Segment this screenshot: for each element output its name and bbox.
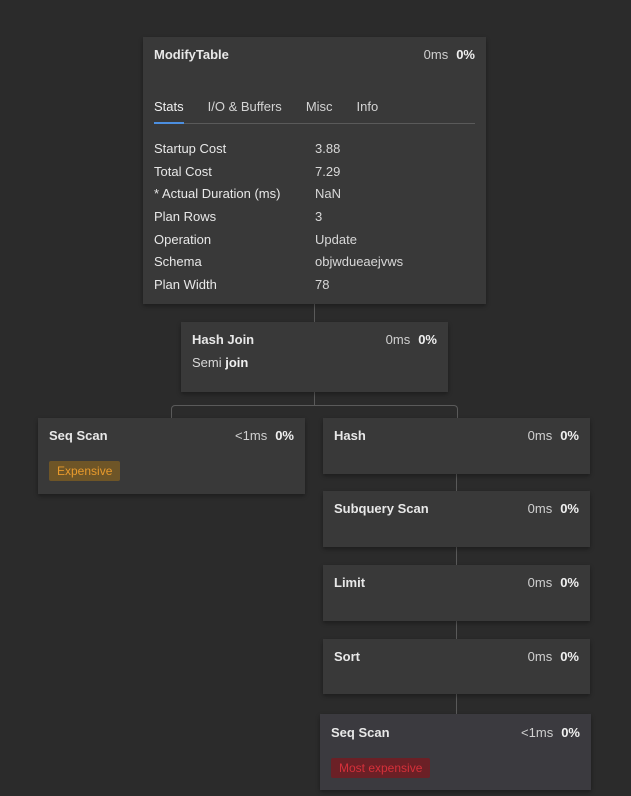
stats-key: Startup Cost bbox=[154, 140, 227, 156]
stats-value: Update bbox=[315, 231, 357, 247]
connector-hashjoin-down bbox=[314, 392, 315, 406]
node-header: Limit 0ms 0% bbox=[334, 575, 579, 591]
node-percent: 0% bbox=[560, 501, 579, 516]
tab-info[interactable]: Info bbox=[357, 97, 379, 123]
node-percent: 0% bbox=[275, 428, 294, 443]
node-title: Hash bbox=[334, 428, 366, 443]
stats-key: Plan Rows bbox=[154, 208, 217, 224]
node-percent: 0% bbox=[560, 428, 579, 443]
stats-row: * Actual Duration (ms) NaN bbox=[154, 182, 475, 205]
connector-hash-subquery bbox=[456, 474, 457, 491]
join-type-prefix: Semi bbox=[192, 355, 222, 370]
node-header: Seq Scan <1ms 0% bbox=[49, 428, 294, 444]
node-percent: 0% bbox=[456, 47, 475, 62]
query-plan-canvas: ModifyTable 0ms 0% Stats I/O & Buffers M… bbox=[0, 0, 631, 796]
node-header: Subquery Scan 0ms 0% bbox=[334, 501, 579, 517]
node-percent: 0% bbox=[560, 575, 579, 590]
stats-value: 78 bbox=[315, 276, 330, 292]
node-percent: 0% bbox=[560, 649, 579, 664]
node-header: ModifyTable 0ms 0% bbox=[154, 47, 475, 63]
join-type: Semi join bbox=[192, 355, 437, 370]
connector-subquery-limit bbox=[456, 547, 457, 565]
node-time: 0ms bbox=[527, 649, 553, 664]
node-title: Seq Scan bbox=[331, 725, 390, 740]
node-time: 0ms bbox=[423, 47, 449, 62]
node-title: Sort bbox=[334, 649, 360, 664]
node-header: Hash 0ms 0% bbox=[334, 428, 579, 444]
stats-row: Operation Update bbox=[154, 228, 475, 251]
node-time: 0ms bbox=[527, 428, 553, 443]
stats-value: objwdueaejvws bbox=[315, 254, 404, 270]
node-time: 0ms bbox=[385, 332, 411, 347]
node-percent: 0% bbox=[418, 332, 437, 347]
connector-bracket bbox=[171, 405, 458, 418]
connector-limit-sort bbox=[456, 621, 457, 639]
stats-value: NaN bbox=[315, 186, 342, 202]
node-hash-join[interactable]: Hash Join 0ms 0% Semi join bbox=[181, 322, 448, 392]
node-header: Seq Scan <1ms 0% bbox=[331, 725, 580, 741]
stats-row: Startup Cost 3.88 bbox=[154, 137, 475, 160]
stats-row: Plan Rows 3 bbox=[154, 205, 475, 228]
tab-io-buffers[interactable]: I/O & Buffers bbox=[208, 97, 282, 123]
node-stats: 0ms 0% bbox=[386, 332, 437, 348]
node-time: 0ms bbox=[527, 575, 553, 590]
node-stats: <1ms 0% bbox=[235, 428, 294, 444]
node-time: <1ms bbox=[521, 725, 554, 740]
node-hash[interactable]: Hash 0ms 0% bbox=[323, 418, 590, 474]
stats-value: 3 bbox=[315, 208, 323, 224]
node-tabs: Stats I/O & Buffers Misc Info bbox=[154, 97, 475, 124]
node-stats: 0ms 0% bbox=[528, 501, 579, 517]
node-limit[interactable]: Limit 0ms 0% bbox=[323, 565, 590, 621]
stats-row: Schema objwdueaejvws bbox=[154, 250, 475, 273]
stats-key: Operation bbox=[154, 231, 212, 247]
node-header: Sort 0ms 0% bbox=[334, 649, 579, 665]
node-modify-table[interactable]: ModifyTable 0ms 0% Stats I/O & Buffers M… bbox=[143, 37, 486, 304]
stats-row: Total Cost 7.29 bbox=[154, 160, 475, 183]
node-seq-scan-bottom[interactable]: Seq Scan <1ms 0% Most expensive bbox=[320, 714, 591, 790]
node-time: <1ms bbox=[235, 428, 268, 443]
node-title: Limit bbox=[334, 575, 366, 590]
tab-stats[interactable]: Stats bbox=[154, 97, 184, 124]
tab-misc[interactable]: Misc bbox=[306, 97, 333, 123]
node-seq-scan-left[interactable]: Seq Scan <1ms 0% Expensive bbox=[38, 418, 305, 494]
node-title: Seq Scan bbox=[49, 428, 108, 443]
stats-key: Schema bbox=[154, 254, 202, 270]
node-subquery-scan[interactable]: Subquery Scan 0ms 0% bbox=[323, 491, 590, 547]
join-type-label: join bbox=[225, 355, 249, 370]
node-title: Subquery Scan bbox=[334, 501, 429, 516]
node-title: Hash Join bbox=[192, 332, 255, 347]
node-title: ModifyTable bbox=[154, 47, 229, 62]
node-stats: 0ms 0% bbox=[424, 47, 475, 63]
node-stats: <1ms 0% bbox=[521, 725, 580, 741]
node-time: 0ms bbox=[527, 501, 553, 516]
most-expensive-badge: Most expensive bbox=[331, 758, 431, 778]
node-percent: 0% bbox=[561, 725, 580, 740]
stats-key: Plan Width bbox=[154, 276, 217, 292]
connector-modify-hash bbox=[314, 304, 315, 322]
stats-row: Plan Width 78 bbox=[154, 273, 475, 296]
node-header: Hash Join 0ms 0% bbox=[192, 332, 437, 348]
node-sort[interactable]: Sort 0ms 0% bbox=[323, 639, 590, 694]
node-stats: 0ms 0% bbox=[528, 649, 579, 665]
stats-key: Total Cost bbox=[154, 163, 212, 179]
stats-table: Startup Cost 3.88 Total Cost 7.29 * Actu… bbox=[154, 137, 475, 296]
stats-value: 7.29 bbox=[315, 163, 341, 179]
node-stats: 0ms 0% bbox=[528, 428, 579, 444]
connector-sort-seqscan bbox=[456, 694, 457, 714]
node-stats: 0ms 0% bbox=[528, 575, 579, 591]
stats-value: 3.88 bbox=[315, 140, 341, 156]
expensive-badge: Expensive bbox=[49, 461, 121, 481]
stats-key: * Actual Duration (ms) bbox=[154, 186, 281, 202]
